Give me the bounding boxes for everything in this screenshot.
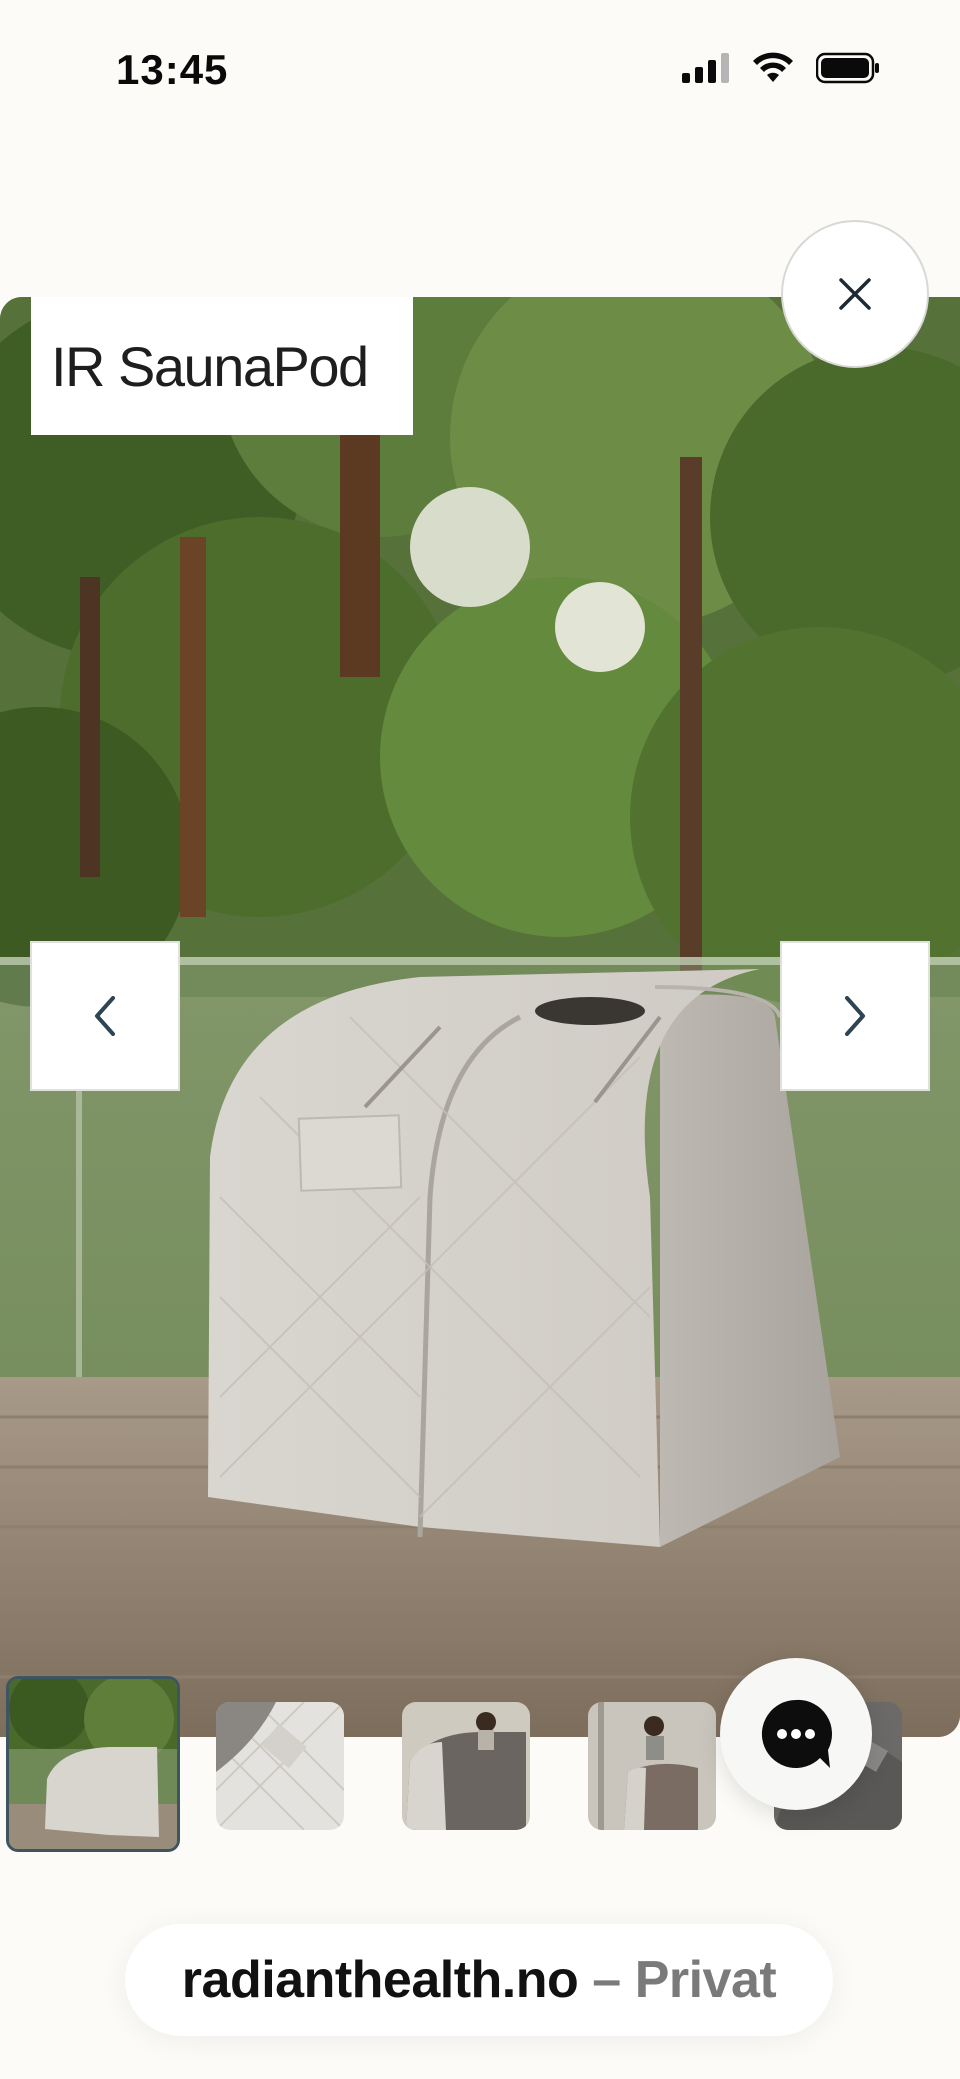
thumbnail-image [402, 1702, 530, 1830]
signal-icon [682, 53, 729, 83]
url-bar[interactable]: radianthealth.no – Privat [125, 1924, 833, 2036]
wifi-icon [753, 52, 793, 82]
url-separator: – [592, 1951, 621, 2009]
status-time: 13:45 [116, 46, 229, 93]
thumbnail-image [9, 1679, 177, 1849]
thumbnail-image [588, 1702, 716, 1830]
thumbnail-4[interactable] [588, 1702, 716, 1830]
thumbnail-3[interactable] [402, 1702, 530, 1830]
thumbnail-1[interactable] [6, 1676, 180, 1852]
thumbnail-2[interactable] [216, 1702, 344, 1830]
chat-bubble-icon [761, 1699, 833, 1768]
close-icon [839, 278, 871, 310]
chevron-right-icon [845, 996, 865, 1036]
next-image-button[interactable] [780, 941, 930, 1091]
battery-icon [816, 52, 879, 84]
close-button[interactable] [781, 220, 929, 368]
status-icons [682, 52, 880, 84]
chevron-left-icon [95, 996, 115, 1036]
chat-button[interactable] [720, 1658, 872, 1810]
url-domain: radianthealth.no [181, 1951, 579, 2009]
previous-image-button[interactable] [30, 941, 180, 1091]
url-suffix: Privat [634, 1951, 777, 2009]
product-title-box: IR SaunaPod [31, 297, 413, 435]
thumbnail-image [216, 1702, 344, 1830]
product-title: IR SaunaPod [51, 334, 369, 398]
status-bar: 13:45 [0, 0, 960, 140]
